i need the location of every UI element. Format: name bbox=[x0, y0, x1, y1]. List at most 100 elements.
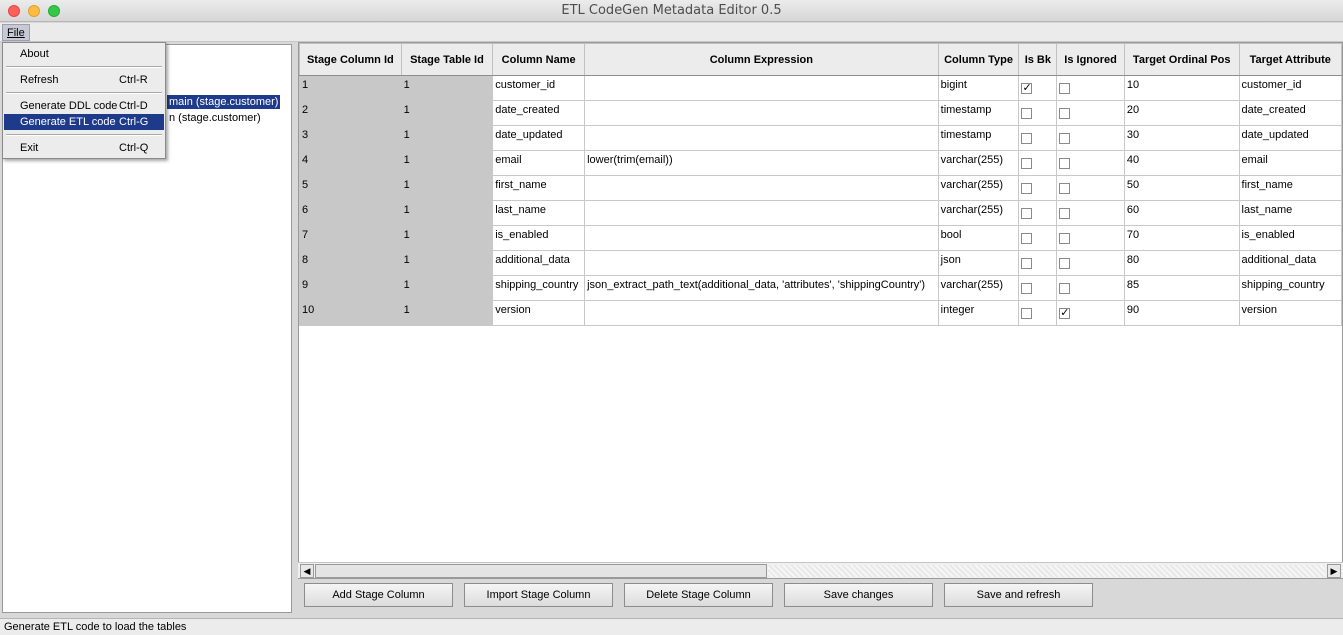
cell-column-name[interactable]: last_name bbox=[492, 200, 586, 226]
scroll-right-icon[interactable]: ▶ bbox=[1327, 564, 1341, 578]
is-bk-checkbox[interactable] bbox=[1021, 108, 1033, 119]
cell-column-type[interactable]: integer bbox=[937, 300, 1020, 326]
cell-column-type[interactable]: json bbox=[937, 250, 1020, 276]
column-header[interactable]: Target Ordinal Pos bbox=[1123, 43, 1240, 76]
cell-target-ordinal-pos[interactable]: 40 bbox=[1123, 150, 1240, 176]
cell-column-name[interactable]: customer_id bbox=[492, 75, 586, 101]
cell-stage-column-id[interactable]: 9 bbox=[299, 275, 402, 301]
table-row[interactable]: 3 1 date_updated timestamp 30 date_updated bbox=[299, 125, 1342, 151]
cell-target-attribute[interactable]: customer_id bbox=[1238, 75, 1342, 101]
cell-target-attribute[interactable]: last_name bbox=[1238, 200, 1342, 226]
is-ignored-checkbox[interactable] bbox=[1059, 306, 1071, 319]
column-header[interactable]: Target Attribute bbox=[1238, 43, 1342, 76]
cell-column-name[interactable]: additional_data bbox=[492, 250, 586, 276]
cell-stage-table-id[interactable]: 1 bbox=[400, 275, 494, 301]
cell-target-ordinal-pos[interactable]: 85 bbox=[1123, 275, 1240, 301]
tree-item-main[interactable]: main (stage.customer) bbox=[167, 95, 281, 109]
scrollbar-thumb[interactable] bbox=[315, 564, 767, 578]
cell-column-type[interactable]: varchar(255) bbox=[937, 175, 1020, 201]
menu-item-about[interactable]: About bbox=[4, 46, 164, 62]
cell-stage-table-id[interactable]: 1 bbox=[400, 200, 494, 226]
add-stage-column-button[interactable]: Add Stage Column bbox=[304, 583, 453, 607]
cell-column-expression[interactable] bbox=[584, 200, 939, 226]
column-header[interactable]: Is Ignored bbox=[1056, 43, 1125, 76]
cell-target-attribute[interactable]: date_created bbox=[1238, 100, 1342, 126]
cell-column-expression[interactable] bbox=[584, 100, 939, 126]
cell-target-ordinal-pos[interactable]: 50 bbox=[1123, 175, 1240, 201]
cell-column-type[interactable]: timestamp bbox=[937, 125, 1020, 151]
cell-stage-table-id[interactable]: 1 bbox=[400, 75, 494, 101]
is-ignored-checkbox[interactable] bbox=[1059, 108, 1071, 119]
table-row[interactable]: 9 1 shipping_country json_extract_path_text… bbox=[299, 275, 1342, 301]
cell-target-ordinal-pos[interactable]: 80 bbox=[1123, 250, 1240, 276]
column-header[interactable]: Column Name bbox=[492, 43, 586, 76]
is-ignored-checkbox[interactable] bbox=[1059, 208, 1071, 219]
table-row[interactable]: 6 1 last_name varchar(255) 60 last_name bbox=[299, 200, 1342, 226]
cell-column-expression[interactable] bbox=[584, 125, 939, 151]
cell-stage-table-id[interactable]: 1 bbox=[400, 225, 494, 251]
is-bk-checkbox[interactable] bbox=[1021, 158, 1033, 169]
menu-item-refresh[interactable]: Refresh Ctrl-R bbox=[4, 72, 164, 88]
horizontal-scrollbar[interactable]: ◀ ▶ bbox=[298, 562, 1343, 578]
cell-stage-table-id[interactable]: 1 bbox=[400, 175, 494, 201]
scrollbar-track[interactable] bbox=[768, 565, 1325, 577]
cell-stage-column-id[interactable]: 5 bbox=[299, 175, 402, 201]
cell-target-attribute[interactable]: version bbox=[1238, 300, 1342, 326]
is-ignored-checkbox[interactable] bbox=[1059, 283, 1071, 294]
cell-column-type[interactable]: bool bbox=[937, 225, 1020, 251]
cell-column-expression[interactable] bbox=[584, 225, 939, 251]
cell-column-expression[interactable] bbox=[584, 250, 939, 276]
cell-target-ordinal-pos[interactable]: 60 bbox=[1123, 200, 1240, 226]
is-ignored-checkbox[interactable] bbox=[1059, 258, 1071, 269]
is-ignored-checkbox[interactable] bbox=[1059, 183, 1071, 194]
is-bk-checkbox[interactable] bbox=[1021, 208, 1033, 219]
column-header[interactable]: Column Expression bbox=[584, 43, 939, 76]
import-stage-column-button[interactable]: Import Stage Column bbox=[464, 583, 613, 607]
is-bk-checkbox[interactable] bbox=[1021, 258, 1033, 269]
cell-stage-column-id[interactable]: 4 bbox=[299, 150, 402, 176]
cell-target-ordinal-pos[interactable]: 10 bbox=[1123, 75, 1240, 101]
table-row[interactable]: 101versioninteger90version bbox=[299, 300, 1342, 326]
cell-stage-table-id[interactable]: 1 bbox=[400, 100, 494, 126]
cell-column-type[interactable]: varchar(255) bbox=[937, 200, 1020, 226]
file-menu[interactable]: File bbox=[2, 24, 30, 41]
is-ignored-checkbox[interactable] bbox=[1059, 133, 1071, 144]
column-header[interactable]: Stage Column Id bbox=[299, 43, 402, 76]
cell-stage-table-id[interactable]: 1 bbox=[400, 150, 494, 176]
cell-column-name[interactable]: email bbox=[492, 150, 586, 176]
menu-item-exit[interactable]: Exit Ctrl-Q bbox=[4, 140, 164, 156]
cell-target-attribute[interactable]: date_updated bbox=[1238, 125, 1342, 151]
scroll-left-icon[interactable]: ◀ bbox=[300, 564, 314, 578]
cell-column-expression[interactable] bbox=[584, 175, 939, 201]
cell-stage-column-id[interactable]: 3 bbox=[299, 125, 402, 151]
is-bk-checkbox[interactable] bbox=[1021, 283, 1033, 294]
is-bk-checkbox[interactable] bbox=[1021, 183, 1033, 194]
menu-item-generate-etl[interactable]: Generate ETL code Ctrl-G bbox=[4, 114, 164, 130]
table-row[interactable]: 8 1 additional_data json 80 additional_data bbox=[299, 250, 1342, 276]
cell-column-type[interactable]: timestamp bbox=[937, 100, 1020, 126]
is-ignored-checkbox[interactable] bbox=[1059, 83, 1071, 94]
cell-target-attribute[interactable]: additional_data bbox=[1238, 250, 1342, 276]
cell-column-expression[interactable] bbox=[584, 300, 939, 326]
table-row[interactable]: 5 1 first_name varchar(255) 50 first_name bbox=[299, 175, 1342, 201]
is-bk-checkbox[interactable] bbox=[1021, 81, 1033, 94]
save-changes-button[interactable]: Save changes bbox=[784, 583, 933, 607]
cell-stage-table-id[interactable]: 1 bbox=[400, 250, 494, 276]
cell-column-name[interactable]: shipping_country bbox=[492, 275, 586, 301]
stage-columns-table[interactable]: Stage Column Id Stage Table Id Column Na… bbox=[299, 43, 1342, 326]
column-header[interactable]: Stage Table Id bbox=[400, 43, 494, 76]
cell-stage-column-id[interactable]: 8 bbox=[299, 250, 402, 276]
column-header[interactable]: Is Bk bbox=[1018, 43, 1058, 76]
tree-item-secondary[interactable]: n (stage.customer) bbox=[167, 111, 263, 125]
menu-item-generate-ddl[interactable]: Generate DDL code Ctrl-D bbox=[4, 98, 164, 114]
table-row[interactable]: 11customer_idbigint10customer_id bbox=[299, 75, 1342, 101]
cell-stage-table-id[interactable]: 1 bbox=[400, 125, 494, 151]
cell-column-expression[interactable]: json_extract_path_text(additional_data, … bbox=[584, 275, 939, 301]
is-bk-checkbox[interactable] bbox=[1021, 133, 1033, 144]
cell-column-expression[interactable] bbox=[584, 75, 939, 101]
table-row[interactable]: 7 1 is_enabled bool 70 is_enabled bbox=[299, 225, 1342, 251]
cell-target-attribute[interactable]: email bbox=[1238, 150, 1342, 176]
cell-column-expression[interactable]: lower(trim(email)) bbox=[584, 150, 939, 176]
cell-column-name[interactable]: date_created bbox=[492, 100, 586, 126]
cell-stage-table-id[interactable]: 1 bbox=[400, 300, 494, 326]
